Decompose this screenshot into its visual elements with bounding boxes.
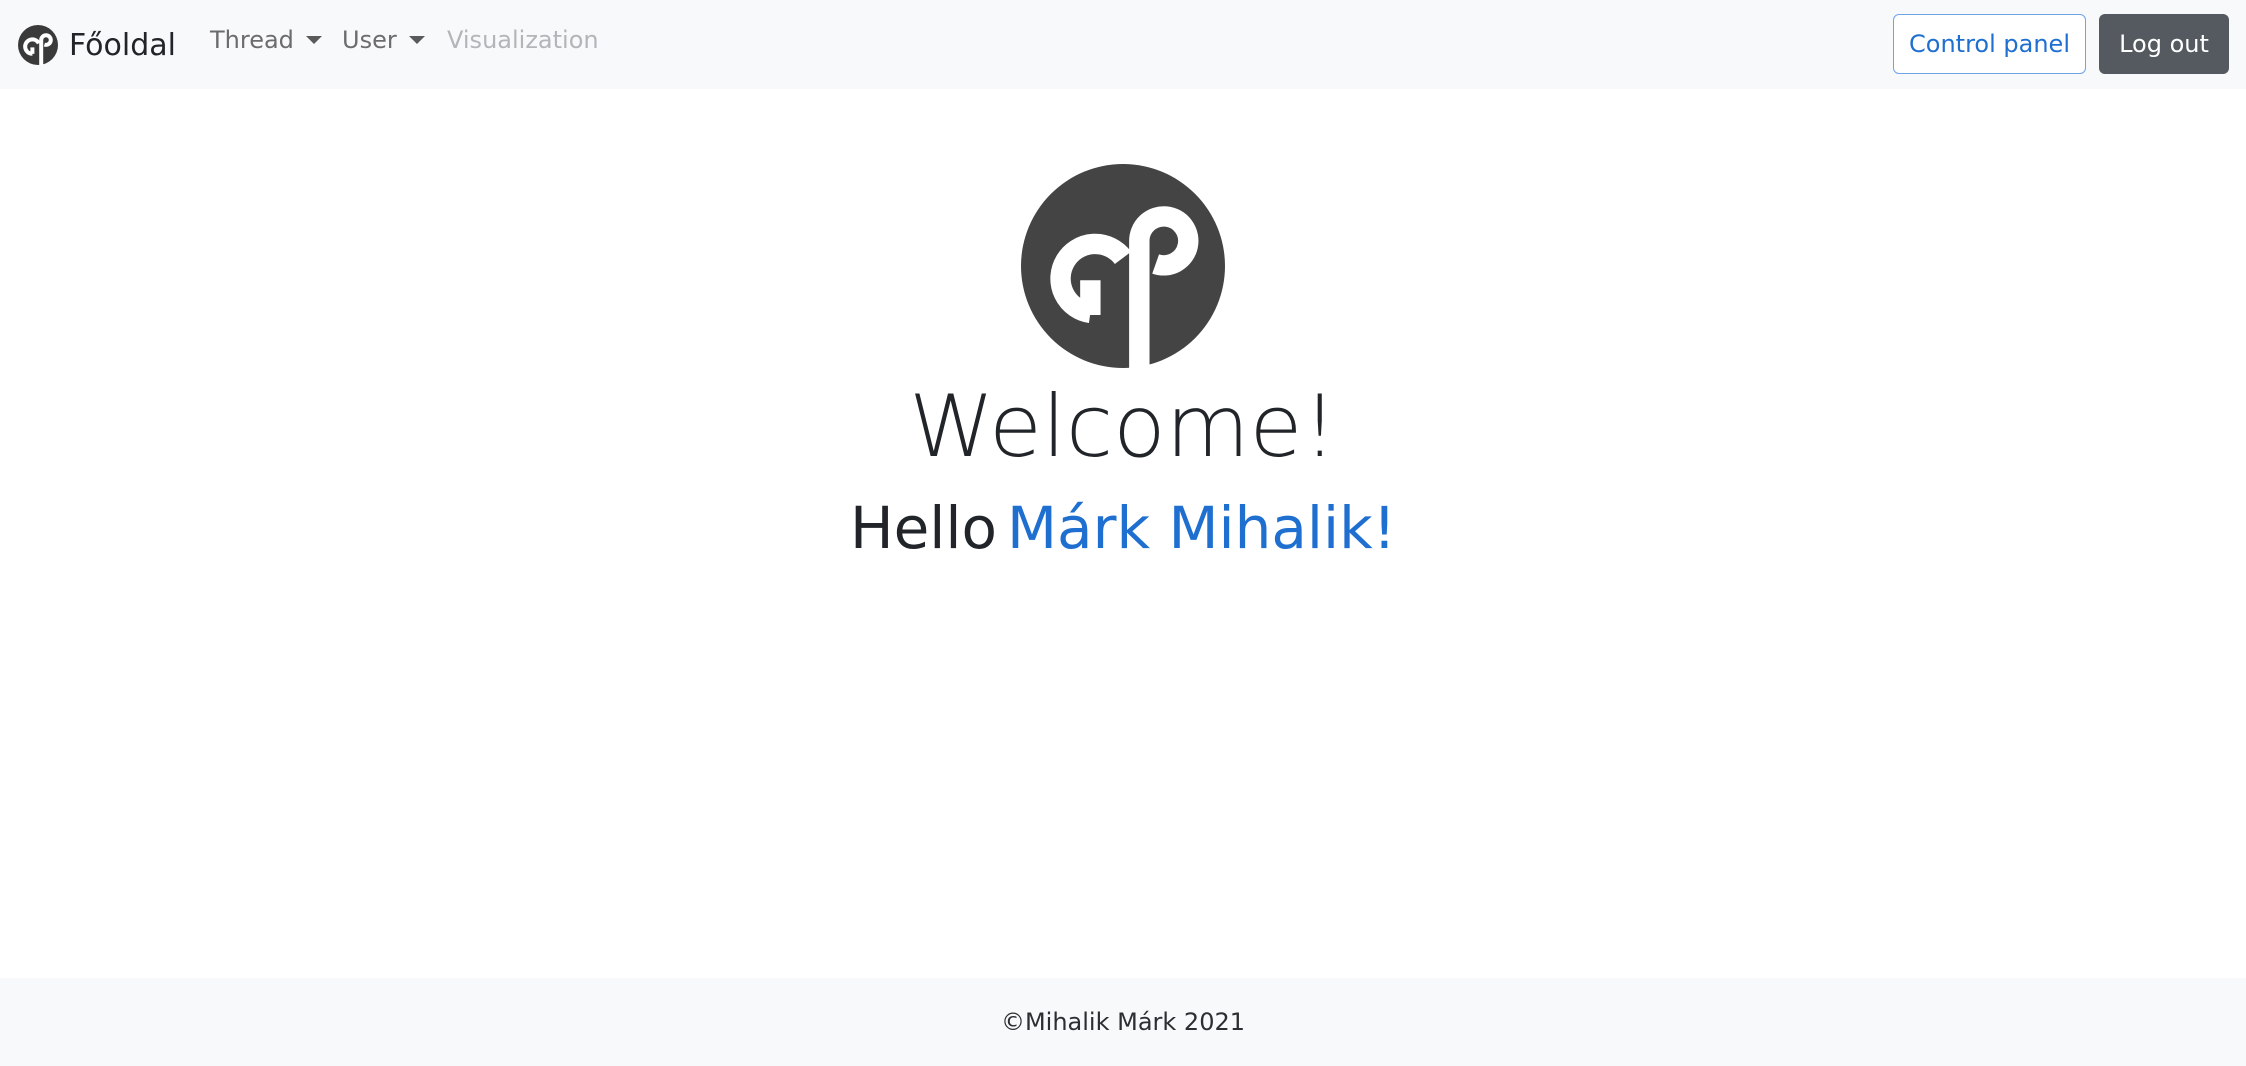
brand-link[interactable]: Főoldal (18, 24, 176, 66)
welcome-heading: Welcome! (909, 377, 1337, 477)
page-footer: ©Mihalik Márk 2021 (0, 978, 2246, 1066)
app-logo-icon (18, 25, 58, 65)
greeting-line: Hello Márk Mihalik! (0, 490, 2246, 566)
nav-dropdown-user[interactable]: User (342, 26, 425, 54)
user-name-link[interactable]: Márk Mihalik! (1007, 494, 1396, 562)
greeting-text: Hello (850, 494, 998, 562)
nav-user-label: User (342, 26, 397, 54)
caret-down-icon (305, 36, 322, 44)
copyright-text: ©Mihalik Márk 2021 (1000, 1008, 1246, 1036)
nav-visualization-label: Visualization (447, 26, 599, 54)
brand-label: Főoldal (69, 27, 176, 63)
nav-dropdown-thread[interactable]: Thread (210, 26, 322, 54)
nav-link-visualization: Visualization (447, 26, 599, 54)
nav-thread-label: Thread (210, 26, 294, 54)
control-panel-button[interactable]: Control panel (1893, 14, 2086, 74)
caret-down-icon (408, 36, 425, 44)
app-logo-icon (1021, 164, 1225, 368)
logout-button[interactable]: Log out (2099, 14, 2229, 74)
top-navbar: Főoldal Thread User Visualization Contro… (0, 0, 2246, 89)
